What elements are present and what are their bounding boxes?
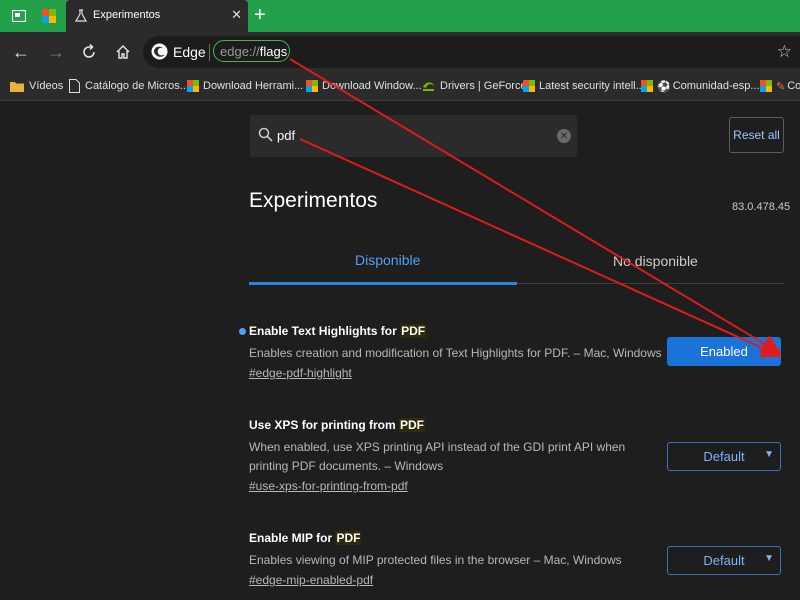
tab-disponible[interactable]: Disponible [355,252,420,268]
flag-description: Enables creation and modification of Tex… [249,346,662,360]
home-icon[interactable] [112,41,134,63]
tab-actions-icon[interactable] [6,3,32,29]
flag-item-text-highlights: Enable Text Highlights for PDF Enables c… [249,324,689,380]
soccer-ball-icon: ⚽ [657,80,671,93]
flag-select-text-highlights[interactable]: Enabled ▼ [667,337,781,366]
flag-select-xps-printing[interactable]: Default ▼ [667,442,781,471]
flag-link[interactable]: #edge-pdf-highlight [249,366,689,380]
new-tab-button[interactable]: + [254,3,266,27]
flag-title: Use XPS for printing from PDF [249,418,689,432]
bookmark-download-herramientas[interactable]: Download Herrami... [187,78,303,94]
microsoft-logo-icon [760,80,772,92]
clear-search-icon[interactable]: ✕ [557,129,571,143]
search-input[interactable]: pdf [277,128,295,143]
flask-icon [75,9,87,22]
address-divider [209,44,210,61]
chevron-down-icon: ▼ [764,449,774,460]
chevron-down-icon: ▼ [765,343,775,354]
select-value: Default [703,449,745,464]
flags-page: pdf ✕ Reset all Experimentos 83.0.478.45… [0,101,800,600]
page-title: Experimentos [249,189,378,212]
flag-description: When enabled, use XPS printing API inste… [249,440,626,473]
flag-item-xps-printing: Use XPS for printing from PDF When enabl… [249,418,689,493]
url-text[interactable]: edge://flags [220,44,287,59]
search-match: PDF [400,324,427,338]
active-tab-indicator [249,282,517,285]
flag-link[interactable]: #edge-mip-enabled-pdf [249,573,689,587]
bookmark-label: Comunidad-esp... [672,80,760,92]
pencil-icon: ✎ [776,80,786,93]
page-icon [69,79,80,93]
toolbar: ← → Edge edge://flags ☆ [0,32,800,72]
microsoft-logo-icon [306,80,318,92]
forward-icon[interactable]: → [45,41,67,63]
flag-description: Enables viewing of MIP protected files i… [249,553,622,567]
url-highlight: edge://flags [213,40,290,62]
bookmark-catalogo[interactable]: Catálogo de Micros... [69,78,189,94]
title-bar: Experimentos ✕ + [0,0,800,32]
tab-no-disponible[interactable]: No disponible [613,253,698,269]
refresh-icon[interactable] [78,41,100,63]
bookmark-label: Latest security intell... [539,80,645,92]
bookmark-label: Download Herrami... [203,80,304,92]
select-value: Enabled [700,344,748,359]
version-label: 83.0.478.45 [732,201,791,213]
microsoft-logo-icon[interactable] [36,3,62,29]
bookmark-latest-security[interactable]: Latest security intell... [523,78,645,94]
microsoft-logo-icon [187,80,199,92]
bookmark-label: Catálogo de Micros... [85,80,189,92]
bookmark-label: Drivers | GeForce [440,80,527,92]
folder-icon [10,82,24,92]
search-box[interactable]: pdf ✕ [250,115,577,157]
microsoft-logo-icon [523,80,535,92]
chevron-down-icon: ▼ [764,553,774,564]
microsoft-logo-icon [641,80,653,92]
modified-indicator [239,328,246,335]
bookmark-download-windows[interactable]: Download Window... [306,78,422,94]
flag-title: Enable Text Highlights for PDF [249,324,689,338]
bookmark-label: Vídeos [29,80,64,92]
close-icon[interactable]: ✕ [231,7,242,23]
select-value: Default [703,553,745,568]
edge-logo-icon [151,43,168,60]
reset-all-button[interactable]: Reset all [729,117,784,153]
search-icon [258,127,273,142]
flag-link[interactable]: #use-xps-for-printing-from-pdf [249,479,689,493]
bookmark-label: Co [787,80,800,92]
flag-title-text: Enable MIP for [249,531,336,545]
search-match: PDF [399,418,426,432]
back-icon[interactable]: ← [10,41,32,63]
tab-title: Experimentos [93,9,161,21]
flag-title-text: Enable Text Highlights for [249,324,401,338]
url-host: flags [259,44,288,59]
bookmarks-bar: Vídeos Catálogo de Micros... Download He… [0,72,800,101]
address-bar[interactable]: Edge edge://flags ☆ [143,36,800,68]
bookmark-co[interactable]: ✎ Co [760,78,800,94]
url-scheme: edge:// [220,44,260,59]
nvidia-icon [423,82,434,91]
flag-item-mip-pdf: Enable MIP for PDF Enables viewing of MI… [249,531,689,587]
bookmark-label: Download Window... [322,80,422,92]
bookmark-drivers-geforce[interactable]: Drivers | GeForce [422,78,527,94]
bookmark-comunidad[interactable]: ⚽ Comunidad-esp... [641,78,760,94]
flag-select-mip-pdf[interactable]: Default ▼ [667,546,781,575]
favorite-star-icon[interactable]: ☆ [777,42,792,62]
edge-label: Edge [173,44,206,60]
flag-title: Enable MIP for PDF [249,531,689,545]
bookmark-videos[interactable]: Vídeos [10,78,63,94]
search-match: PDF [335,531,362,545]
flag-title-text: Use XPS for printing from [249,418,400,432]
tab-experimentos[interactable]: Experimentos ✕ [66,0,248,32]
